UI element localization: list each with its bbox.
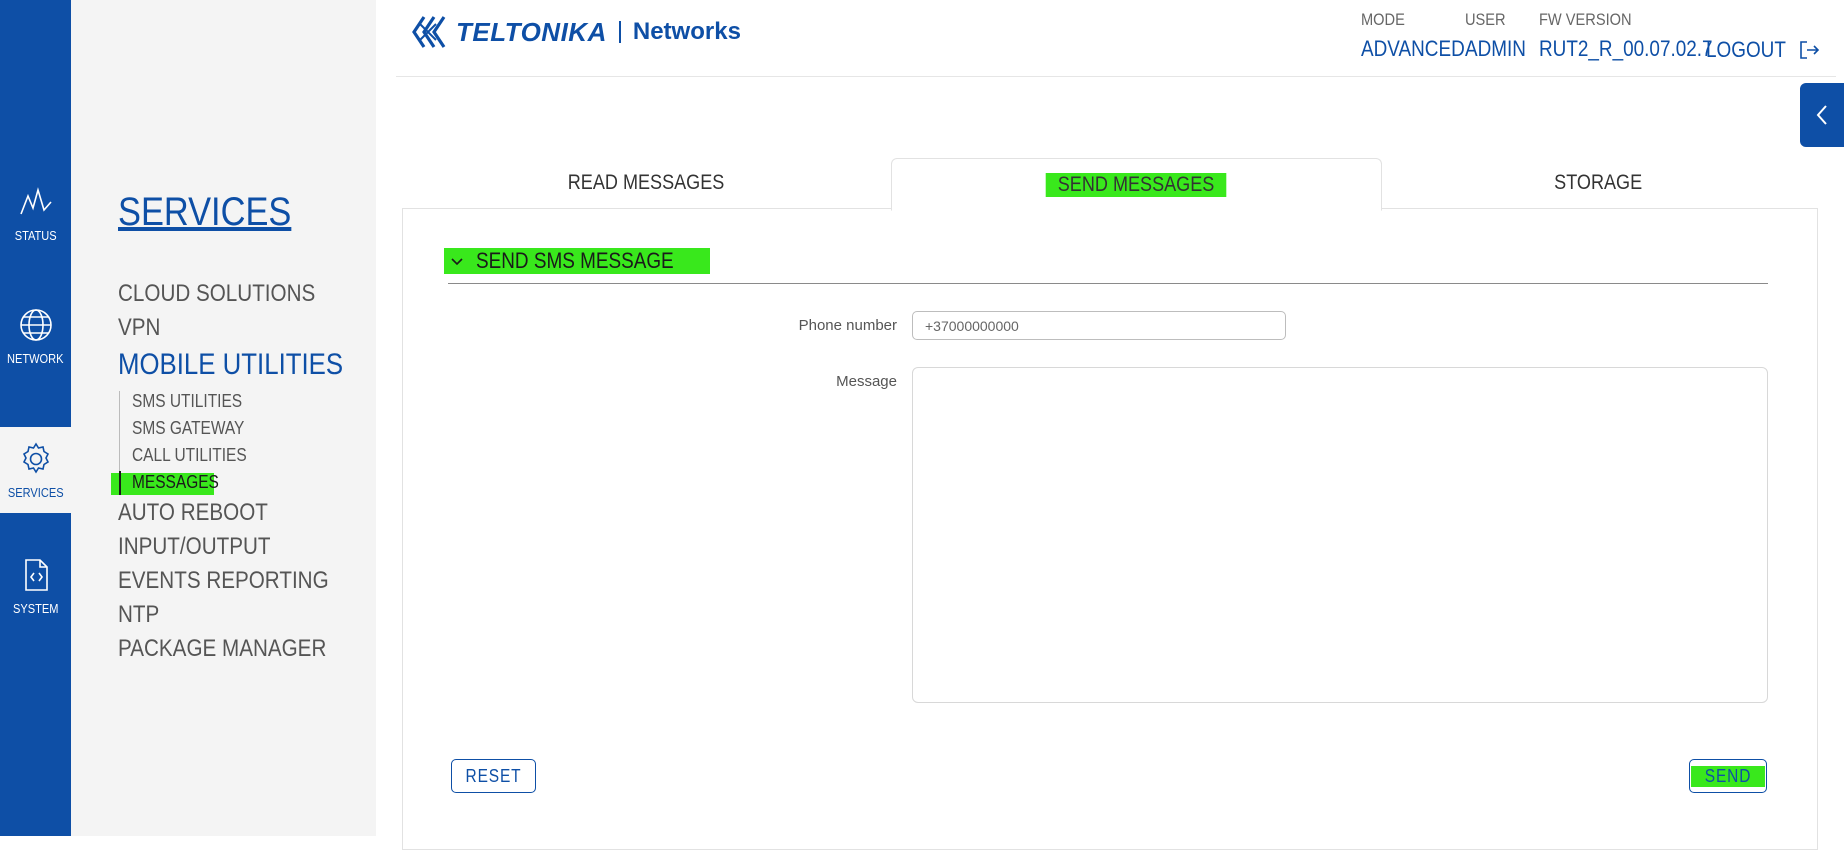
rail-label-status: STATUS <box>14 228 57 243</box>
submenu-item-package-manager[interactable]: PACKAGE MANAGER <box>118 635 326 663</box>
submenu-item-vpn[interactable]: VPN <box>118 314 160 342</box>
user-info: USER ADMIN <box>1465 10 1536 62</box>
logout-button[interactable]: LOGOUT <box>1706 37 1821 63</box>
logo-divider <box>618 21 621 43</box>
message-textarea[interactable] <box>912 367 1768 703</box>
fw-key: FW VERSION <box>1539 10 1632 29</box>
fw-value: RUT2_R_00.07.02.7 <box>1539 36 1713 61</box>
services-submenu: SERVICES CLOUD SOLUTIONS VPN MOBILE UTIL… <box>71 0 376 836</box>
tab-label: SEND MESSAGES <box>1046 172 1227 197</box>
logout-icon <box>1800 41 1820 59</box>
tab-label: READ MESSAGES <box>568 171 725 194</box>
teltonika-chevrons-icon <box>412 16 446 48</box>
rail-item-network[interactable]: NETWORK <box>0 275 71 398</box>
user-value: ADMIN <box>1465 36 1526 61</box>
tab-read-messages[interactable]: READ MESSAGES <box>402 158 891 208</box>
gear-icon <box>22 441 49 474</box>
chevron-down-icon <box>451 258 463 266</box>
collapse-panel-button[interactable] <box>1800 83 1844 147</box>
tab-send-messages[interactable]: SEND MESSAGES <box>891 158 1382 211</box>
rail-item-system[interactable]: SYSTEM <box>0 525 71 648</box>
code-file-icon <box>24 559 48 591</box>
globe-icon <box>19 309 52 341</box>
rail-item-services[interactable]: SERVICES <box>0 427 71 513</box>
mode-key: MODE <box>1361 10 1405 29</box>
top-header: TELTONIKA Networks MODE ADVANCED USER AD… <box>396 0 1836 77</box>
brand-name: TELTONIKA <box>456 16 607 47</box>
rail-label-network: NETWORK <box>7 351 64 366</box>
chevron-left-icon <box>1816 105 1827 125</box>
reset-label: RESET <box>465 765 522 786</box>
submenu-item-sms-gateway[interactable]: SMS GATEWAY <box>132 418 244 439</box>
rail-label-system: SYSTEM <box>12 601 59 616</box>
submenu-item-mobile-utilities[interactable]: MOBILE UTILITIES <box>118 348 343 382</box>
submenu-item-sms-utilities[interactable]: SMS UTILITIES <box>132 391 242 412</box>
section-title: SEND SMS MESSAGE <box>476 248 674 273</box>
mode-info: MODE ADVANCED <box>1361 10 1482 62</box>
phone-label: Phone number <box>798 317 897 334</box>
submenu-item-events-reporting[interactable]: EVENTS REPORTING <box>118 567 329 595</box>
submenu-tree-line-active <box>119 471 121 495</box>
submenu-item-cloud-solutions[interactable]: CLOUD SOLUTIONS <box>118 280 315 308</box>
mode-value: ADVANCED <box>1361 36 1465 61</box>
submenu-item-auto-reboot[interactable]: AUTO REBOOT <box>118 499 268 527</box>
submenu-tree-line <box>119 391 120 471</box>
chart-line-icon <box>19 187 52 215</box>
submenu-title[interactable]: SERVICES <box>118 190 291 235</box>
tab-storage[interactable]: STORAGE <box>1380 158 1816 208</box>
submenu-item-input-output[interactable]: INPUT/OUTPUT <box>118 533 271 561</box>
rail-label-services: SERVICES <box>7 484 64 500</box>
user-key: USER <box>1465 10 1506 29</box>
rail-item-status[interactable]: STATUS <box>0 152 71 275</box>
section-toggle[interactable]: SEND SMS MESSAGE <box>444 248 710 274</box>
section-divider <box>448 283 1768 284</box>
teltonika-logo[interactable]: TELTONIKA Networks <box>410 14 741 50</box>
tab-label: STORAGE <box>1554 171 1642 194</box>
message-label: Message <box>836 373 897 390</box>
logout-label: LOGOUT <box>1706 37 1786 62</box>
submenu-item-messages[interactable]: MESSAGES <box>132 472 219 493</box>
submenu-item-ntp[interactable]: NTP <box>118 601 159 629</box>
submenu-item-call-utilities[interactable]: CALL UTILITIES <box>132 445 247 466</box>
send-label: SEND <box>1691 765 1765 787</box>
send-button[interactable]: SEND <box>1689 759 1767 793</box>
icon-rail: STATUS NETWORK SERVICES SYSTEM <box>0 0 71 836</box>
phone-number-input[interactable] <box>912 311 1286 340</box>
brand-sub: Networks <box>632 18 741 45</box>
reset-button[interactable]: RESET <box>451 759 536 793</box>
